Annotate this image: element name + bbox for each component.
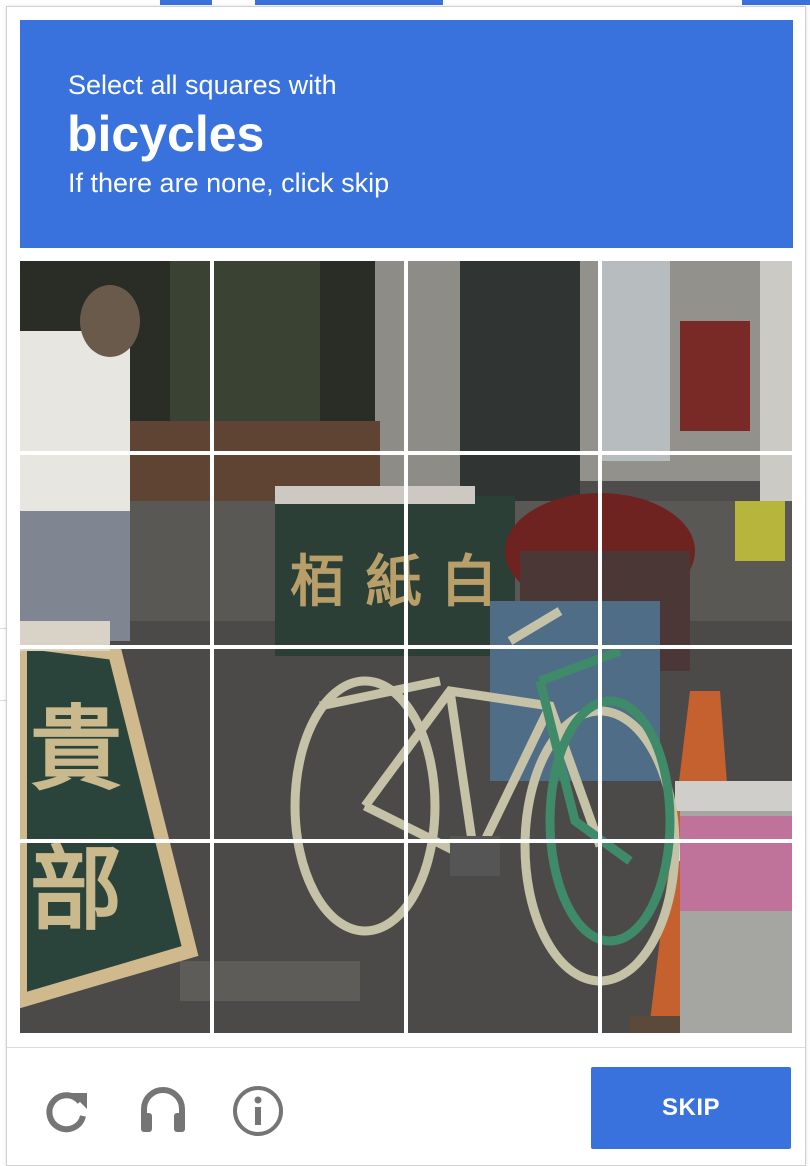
image-tile-r1-c4[interactable]: 栢 紙 白 貴 部 — [602, 261, 792, 451]
image-tile-r4-c2[interactable]: 栢 紙 白 貴 部 — [214, 843, 404, 1033]
svg-text:部: 部 — [30, 843, 122, 943]
tile-image: 栢 紙 白 貴 部 — [214, 649, 404, 839]
image-tile-r1-c1[interactable]: 栢 紙 白 貴 部 — [20, 261, 210, 451]
image-tile-r2-c3[interactable]: 栢 紙 白 貴 部 — [408, 455, 598, 645]
instruction-suffix: If there are none, click skip — [68, 168, 390, 198]
instruction-prefix: Select all squares with — [68, 70, 337, 100]
image-tile-r3-c2[interactable]: 栢 紙 白 貴 部 — [214, 649, 404, 839]
image-tile-r2-c1[interactable]: 栢 紙 白 貴 部 — [20, 455, 210, 645]
tile-image: 栢 紙 白 貴 部 — [214, 843, 404, 1033]
tile-image: 栢 紙 白 貴 部 — [602, 843, 792, 1033]
svg-text:部: 部 — [30, 836, 122, 839]
reload-button[interactable] — [39, 1083, 95, 1139]
image-tile-r2-c4[interactable]: 栢 紙 白 貴 部 — [602, 455, 792, 645]
tile-image: 栢 紙 白 貴 部 — [20, 843, 210, 1033]
tile-image: 栢 紙 白 貴 部 — [20, 649, 210, 839]
image-tile-r3-c4[interactable]: 栢 紙 白 貴 部 — [602, 649, 792, 839]
info-button[interactable] — [230, 1083, 286, 1139]
target-object: bicycles — [67, 106, 265, 162]
reload-icon — [46, 1092, 87, 1133]
image-tile-r1-c2[interactable]: 栢 紙 白 貴 部 — [214, 261, 404, 451]
skip-button[interactable]: SKIP — [591, 1067, 791, 1149]
image-tile-r4-c3[interactable]: 栢 紙 白 貴 部 — [408, 843, 598, 1033]
image-tile-r1-c3[interactable]: 栢 紙 白 貴 部 — [408, 261, 598, 451]
tile-image: 栢 紙 白 貴 部 — [20, 455, 210, 645]
captcha-widget: Select all squares with bicycles If ther… — [6, 6, 806, 1166]
footer-divider — [7, 1047, 805, 1048]
background-fragment — [255, 0, 443, 5]
tile-image: 栢 紙 白 貴 部 — [408, 649, 598, 839]
tile-image: 栢 紙 白 貴 部 — [602, 261, 792, 451]
challenge-header: Select all squares with bicycles If ther… — [20, 20, 793, 248]
svg-text:貴: 貴 — [30, 696, 122, 803]
image-tile-r4-c1[interactable]: 栢 紙 白 貴 部 — [20, 843, 210, 1033]
tile-image: 栢 紙 白 貴 部 — [214, 455, 404, 645]
tile-image: 栢 紙 白 貴 部 — [602, 649, 792, 839]
svg-text:栢 紙 白: 栢 紙 白 — [408, 550, 497, 615]
tile-image: 栢 紙 白 貴 部 — [20, 261, 210, 451]
tile-grid: 栢 紙 白 貴 部 — [20, 261, 793, 1034]
info-icon — [233, 1086, 283, 1136]
svg-text:栢 紙 白: 栢 紙 白 — [290, 550, 404, 615]
tile-image: 栢 紙 白 貴 部 — [602, 455, 792, 645]
tile-image: 栢 紙 白 貴 部 — [408, 455, 598, 645]
tile-image: 栢 紙 白 貴 部 — [214, 261, 404, 451]
background-fragment — [742, 0, 810, 5]
tile-image: 栢 紙 白 貴 部 — [408, 843, 598, 1033]
background-fragment — [160, 0, 212, 5]
image-tile-r3-c1[interactable]: 栢 紙 白 貴 部 — [20, 649, 210, 839]
image-tile-r4-c4[interactable]: 栢 紙 白 貴 部 — [602, 843, 792, 1033]
audio-challenge-button[interactable] — [135, 1081, 191, 1137]
image-tile-r2-c2[interactable]: 栢 紙 白 貴 部 — [214, 455, 404, 645]
image-tile-r3-c3[interactable]: 栢 紙 白 貴 部 — [408, 649, 598, 839]
headphones-icon — [141, 1087, 185, 1132]
tile-image: 栢 紙 白 貴 部 — [408, 261, 598, 451]
